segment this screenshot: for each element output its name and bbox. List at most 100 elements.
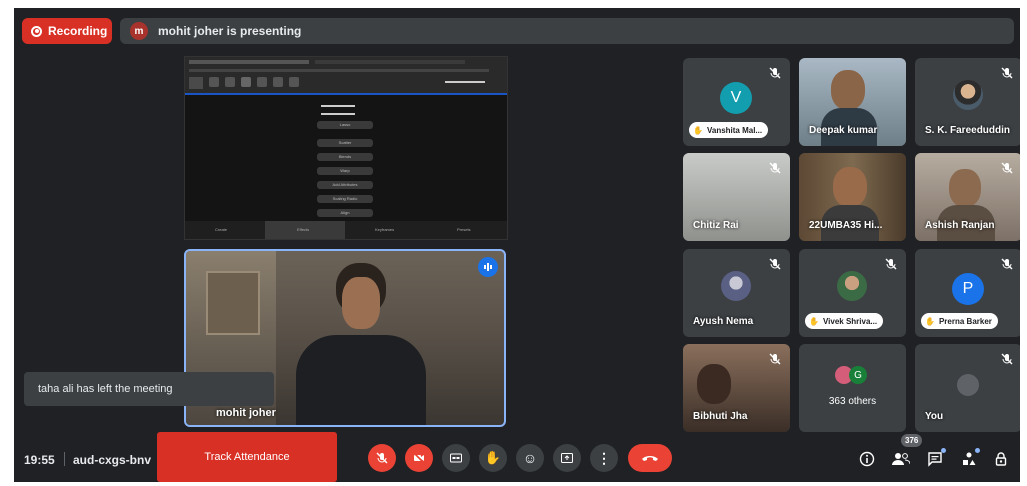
people-button[interactable] (890, 448, 912, 470)
participant-name: S. K. Fareeduddin (925, 125, 1011, 136)
shared-app-bottom-tabs: Create Effects Keyframes Presets (185, 221, 507, 239)
leave-call-button[interactable] (628, 444, 672, 472)
presenting-banner: m mohit joher is presenting (120, 18, 1014, 44)
notification-dot (975, 448, 980, 453)
hand-icon: ✋ (693, 125, 703, 135)
meeting-details-button[interactable] (856, 448, 878, 470)
activities-icon (963, 452, 976, 465)
mic-off-icon (769, 162, 781, 174)
info-icon (859, 451, 875, 467)
presenter-tile-name: mohit joher (216, 407, 276, 419)
mic-off-icon (885, 258, 897, 270)
participant-tile[interactable]: G 363 others (799, 344, 906, 432)
hang-up-icon (642, 456, 658, 461)
mic-off-icon (769, 353, 781, 365)
lock-person-icon (995, 452, 1007, 466)
raise-hand-button[interactable]: ✋ (479, 444, 507, 472)
participant-tile[interactable]: S. K. Fareeduddin (915, 58, 1020, 146)
participant-name: Chitiz Rai (693, 220, 739, 231)
mic-toggle-button[interactable] (368, 444, 396, 472)
people-icon (892, 453, 910, 465)
hand-icon: ✋ (484, 450, 502, 465)
shared-menu-item: Scaling Radio (317, 195, 373, 203)
recording-label: Recording (48, 24, 108, 38)
participant-avatar: G (849, 366, 867, 384)
others-count-label: 363 others (828, 396, 877, 407)
shared-menu-item: Lasso (317, 121, 373, 129)
recording-indicator-button[interactable]: Recording (22, 18, 112, 44)
shared-tab: Keyframes (375, 227, 395, 232)
mic-off-icon (1001, 162, 1013, 174)
participant-name: Prerna Barker (938, 316, 992, 326)
present-icon (561, 453, 573, 463)
mic-off-icon (1001, 67, 1013, 79)
participant-tile[interactable]: P ✋ Prerna Barker (915, 249, 1020, 337)
camera-toggle-button[interactable] (405, 444, 433, 472)
mic-off-icon (1001, 258, 1013, 270)
chat-icon (928, 452, 942, 467)
shared-menu-item: Blends (317, 153, 373, 161)
participant-name: Deepak kumar (809, 125, 878, 136)
reactions-button[interactable]: ☺ (516, 444, 544, 472)
left-meeting-toast: taha ali has left the meeting (24, 372, 274, 406)
shared-menu-item: Warp (317, 167, 373, 175)
shared-screen[interactable]: Lasso Scatter Blends Warp Add Attributes… (184, 56, 508, 240)
present-screen-button[interactable] (553, 444, 581, 472)
meet-window: Recording m mohit joher is presenting La… (14, 8, 1020, 482)
chat-button[interactable] (924, 448, 946, 470)
participant-tile[interactable]: 22UMBA35 Hi... (799, 153, 906, 241)
participant-tile[interactable]: ✋ Vivek Shriva... (799, 249, 906, 337)
shared-app-divider (185, 93, 507, 95)
mic-off-icon (1001, 353, 1013, 365)
participant-tile[interactable]: Ayush Nema (683, 249, 790, 337)
participant-name: Ashish Ranjan (925, 220, 995, 231)
participant-name: Ayush Nema (693, 316, 754, 327)
presenting-text: mohit joher is presenting (158, 24, 302, 38)
hand-icon: ✋ (809, 316, 819, 326)
participant-tile[interactable]: V ✋ Vanshita Mal... (683, 58, 790, 146)
captions-icon (450, 453, 462, 463)
self-tile[interactable]: You (915, 344, 1020, 432)
shared-menu-item: Add Attributes (317, 181, 373, 189)
participant-tile[interactable]: Bibhuti Jha (683, 344, 790, 432)
participant-avatar (721, 271, 751, 301)
captions-button[interactable] (442, 444, 470, 472)
hand-icon: ✋ (925, 316, 935, 326)
mic-off-icon (376, 452, 388, 464)
participant-avatar: P (952, 273, 984, 305)
participant-tile[interactable]: Ashish Ranjan (915, 153, 1020, 241)
more-vert-icon: ⋮ (597, 449, 611, 466)
participant-name: 22UMBA35 Hi... (809, 220, 883, 231)
slider-track (321, 105, 355, 107)
presenter-avatar: m (130, 22, 148, 40)
more-options-button[interactable]: ⋮ (590, 444, 618, 472)
speaking-indicator-icon (478, 257, 498, 277)
emoji-icon: ☺ (522, 450, 538, 466)
meeting-clock: 19:55 (24, 453, 55, 467)
host-controls-button[interactable] (990, 448, 1012, 470)
participant-name: Vanshita Mal... (706, 125, 763, 135)
participant-name: You (925, 411, 944, 422)
people-count-badge: 376 (901, 434, 923, 447)
shared-menu-item: Align (317, 209, 373, 217)
raised-hand-badge: ✋ Vanshita Mal... (689, 122, 769, 138)
camera-off-icon (413, 452, 425, 464)
participant-tile[interactable]: Chitiz Rai (683, 153, 790, 241)
divider (64, 452, 65, 466)
participant-tile[interactable]: Deepak kumar (799, 58, 906, 146)
raised-hand-badge: ✋ Vivek Shriva... (805, 313, 884, 329)
participant-name: Bibhuti Jha (693, 411, 748, 422)
shared-menu-item: Scatter (317, 139, 373, 147)
self-avatar (957, 374, 979, 396)
track-attendance-button[interactable]: Track Attendance (157, 432, 337, 482)
mic-off-icon (769, 67, 781, 79)
notification-dot (941, 448, 946, 453)
shared-app-toolbar (185, 57, 507, 93)
participant-avatar: V (720, 82, 752, 114)
activities-button[interactable] (958, 448, 980, 470)
participant-name: Vivek Shriva... (822, 316, 878, 326)
shared-tab: Create (215, 227, 228, 232)
participant-avatar (837, 271, 867, 301)
record-icon (31, 25, 42, 37)
slider-track (321, 113, 355, 115)
